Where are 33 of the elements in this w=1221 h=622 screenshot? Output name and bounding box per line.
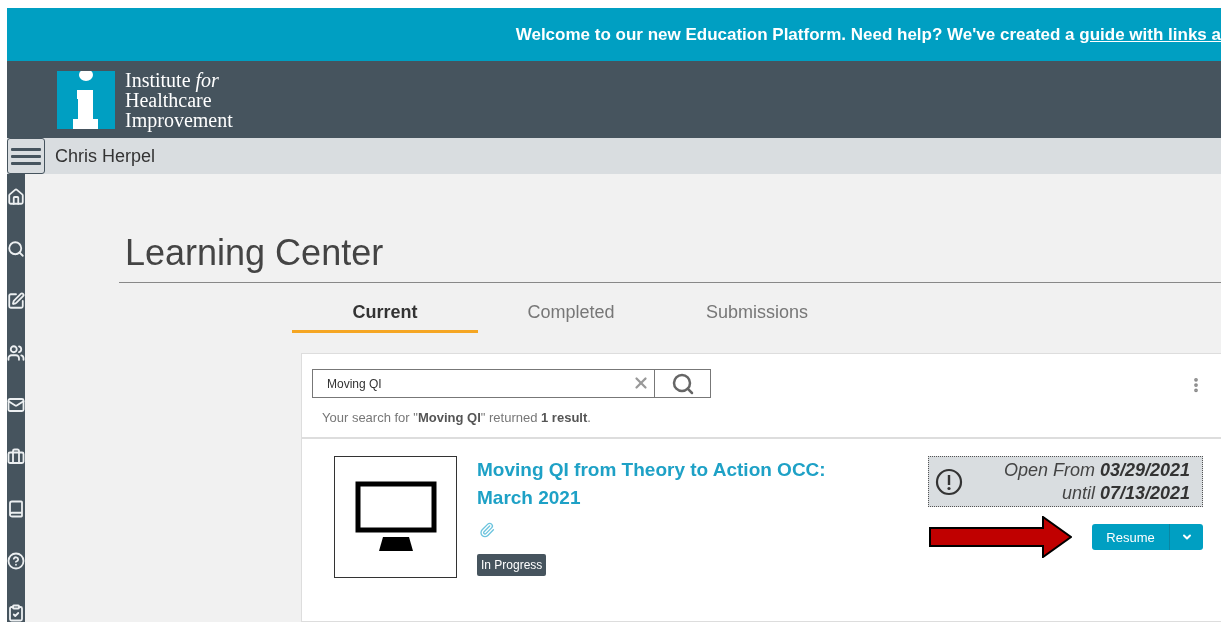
banner-text: Welcome to our new Education Platform. Need help? We've created a	[515, 24, 1076, 44]
paperclip-icon[interactable]	[479, 522, 495, 538]
people-icon[interactable]	[7, 344, 25, 362]
availability-text: until 07/13/2021	[1061, 481, 1190, 505]
search-field[interactable]: Moving QI	[312, 369, 655, 398]
search-button[interactable]	[655, 369, 711, 398]
briefcase-icon[interactable]	[7, 448, 25, 466]
clear-icon[interactable]	[632, 374, 650, 392]
home-icon[interactable]	[7, 188, 25, 206]
help-icon[interactable]	[7, 552, 25, 570]
search-result-text: Your search for "Moving QI" returned 1 result.	[321, 410, 592, 425]
availability-text: Open From 03/29/2021	[1003, 458, 1190, 482]
guide-link[interactable]: guide with links a	[1079, 24, 1221, 44]
tab[interactable]: Completed	[478, 295, 664, 333]
logo-text: Improvement	[125, 109, 233, 130]
logo-icon	[57, 70, 115, 129]
alert-icon	[935, 467, 963, 496]
menu-button[interactable]	[7, 138, 45, 174]
tab[interactable]: Current	[292, 295, 478, 333]
status-badge: In Progress	[477, 554, 547, 576]
user-name: Chris Herpel	[55, 145, 156, 167]
logo-text: Institute for	[125, 69, 220, 90]
search-icon[interactable]	[7, 240, 25, 258]
edit-icon[interactable]	[7, 292, 25, 310]
tab[interactable]: Submissions	[664, 295, 850, 333]
page-title: Learning Center	[119, 226, 1221, 283]
search-icon	[670, 371, 695, 396]
clipboard-check-icon[interactable]	[7, 604, 25, 622]
book-icon[interactable]	[7, 500, 25, 518]
resume-button[interactable]: Resume	[1092, 524, 1170, 550]
monitor-icon	[354, 481, 437, 553]
envelope-icon[interactable]	[7, 396, 25, 414]
course-title-link[interactable]: Moving QI from Theory to Action OCC: March 2021	[477, 456, 837, 512]
